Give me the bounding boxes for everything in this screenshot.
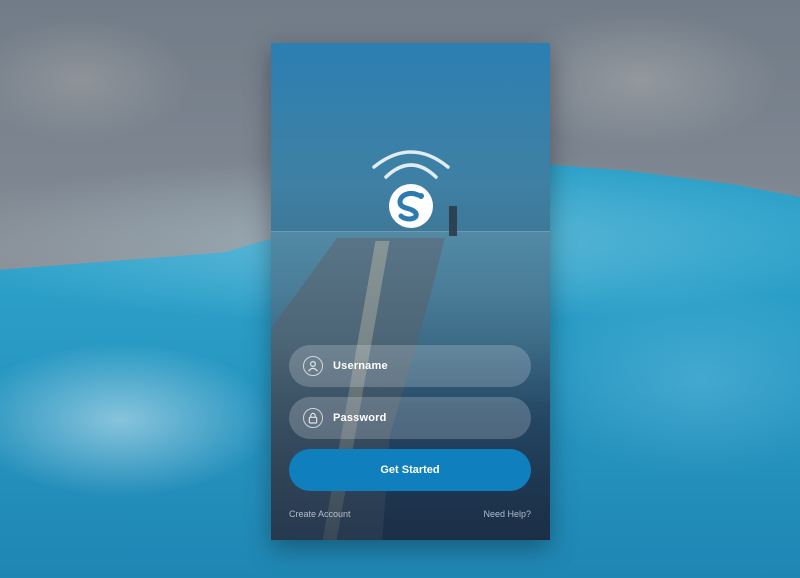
username-field[interactable]: Username xyxy=(289,345,531,387)
app-logo-icon xyxy=(389,184,433,228)
get-started-button[interactable]: Get Started xyxy=(289,449,531,491)
username-placeholder: Username xyxy=(333,360,388,372)
background-lighthouse xyxy=(449,206,457,236)
wifi-signal-icon xyxy=(372,150,450,179)
password-field[interactable]: Password xyxy=(289,397,531,439)
need-help-link[interactable]: Need Help? xyxy=(483,509,531,519)
create-account-link[interactable]: Create Account xyxy=(289,509,351,519)
password-placeholder: Password xyxy=(333,412,387,424)
background-horizon xyxy=(271,231,550,232)
lock-icon xyxy=(303,408,323,428)
mobile-login-screen: Username Password Get Started Create Acc… xyxy=(271,43,550,540)
user-icon xyxy=(303,356,323,376)
